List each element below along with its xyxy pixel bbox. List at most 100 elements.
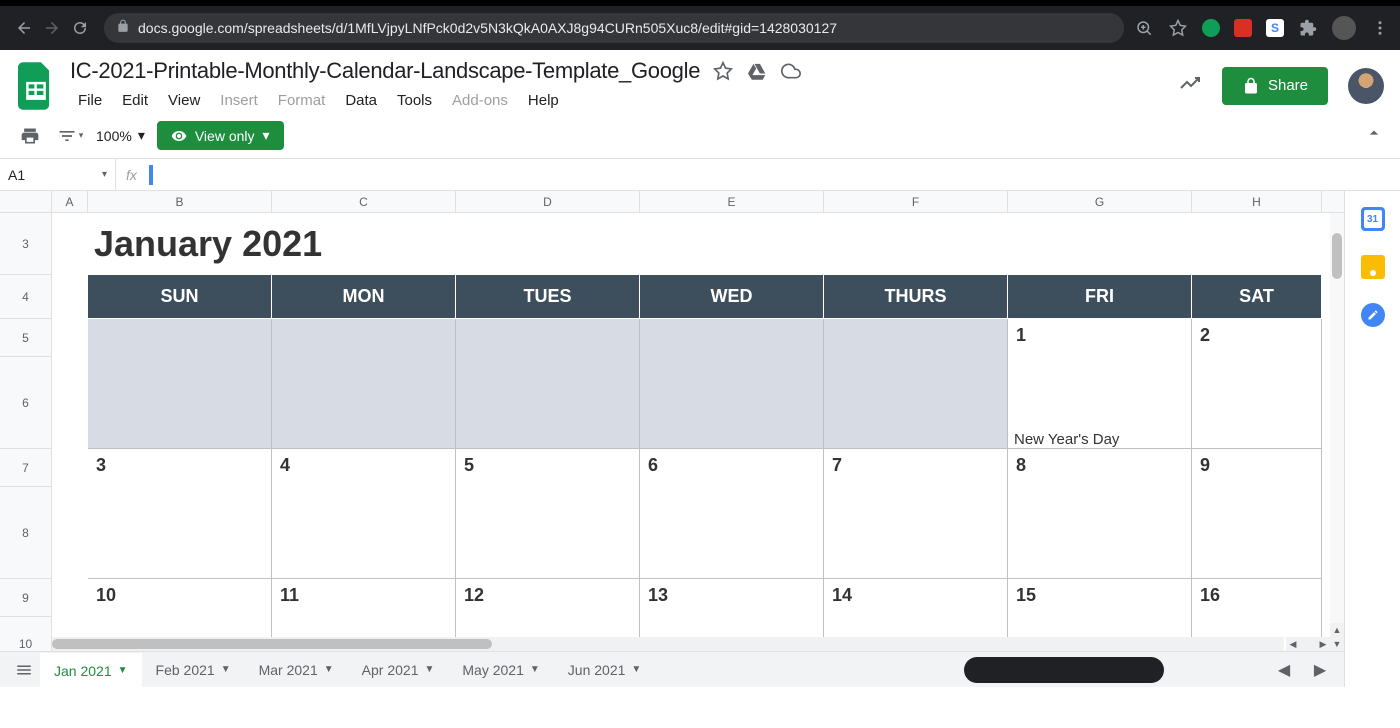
date-cell[interactable] (272, 319, 456, 357)
sheet-tab-may[interactable]: May 2021▼ (448, 654, 553, 686)
col-header-D[interactable]: D (456, 191, 640, 212)
extension-icon[interactable] (1202, 19, 1220, 37)
keep-sidepanel-icon[interactable] (1361, 255, 1385, 279)
kebab-menu-icon[interactable] (1370, 18, 1390, 38)
menu-edit[interactable]: Edit (114, 88, 156, 113)
drive-icon[interactable] (746, 60, 768, 82)
menu-insert[interactable]: Insert (212, 88, 266, 113)
all-sheets-icon[interactable] (8, 656, 40, 684)
sheet-tab-apr[interactable]: Apr 2021▼ (348, 654, 449, 686)
zoom-icon[interactable] (1134, 18, 1154, 38)
date-cell[interactable]: 8 (1008, 449, 1192, 487)
col-header-F[interactable]: F (824, 191, 1008, 212)
scroll-left-icon[interactable]: ◀ (1286, 637, 1300, 651)
col-header-G[interactable]: G (1008, 191, 1192, 212)
share-button[interactable]: Share (1222, 67, 1328, 105)
select-all-corner[interactable] (0, 191, 52, 212)
event-cell[interactable] (640, 357, 824, 449)
name-box[interactable]: A1 ▾ (0, 159, 116, 190)
row-header-8[interactable]: 8 (0, 487, 52, 579)
address-bar[interactable]: docs.google.com/spreadsheets/d/1MfLVjpyL… (104, 13, 1124, 43)
event-cell[interactable] (824, 357, 1008, 449)
date-cell[interactable]: 9 (1192, 449, 1322, 487)
reload-button[interactable] (66, 14, 94, 42)
row-header-5[interactable]: 5 (0, 319, 52, 357)
date-cell[interactable]: 13 (640, 579, 824, 617)
col-header-B[interactable]: B (88, 191, 272, 212)
profile-avatar-browser[interactable] (1332, 16, 1356, 40)
event-cell[interactable] (88, 487, 272, 579)
row-header-7[interactable]: 7 (0, 449, 52, 487)
extension-icon[interactable]: S (1266, 19, 1284, 37)
forward-button[interactable] (38, 14, 66, 42)
date-cell[interactable]: 4 (272, 449, 456, 487)
spreadsheet-grid[interactable]: A B C D E F G H 3 January 2021 4 SUN MON… (0, 191, 1344, 687)
event-cell[interactable] (456, 357, 640, 449)
extension-icon[interactable] (1234, 19, 1252, 37)
date-cell[interactable]: 6 (640, 449, 824, 487)
tab-scroll-left-icon[interactable]: ◀ (1268, 656, 1300, 684)
date-cell[interactable]: 11 (272, 579, 456, 617)
date-cell[interactable]: 15 (1008, 579, 1192, 617)
date-cell[interactable] (824, 319, 1008, 357)
activity-icon[interactable] (1178, 71, 1202, 100)
event-cell[interactable] (272, 357, 456, 449)
sheet-tab-jun[interactable]: Jun 2021▼ (554, 654, 656, 686)
event-cell[interactable] (456, 487, 640, 579)
star-icon[interactable] (712, 60, 734, 82)
extensions-icon[interactable] (1298, 18, 1318, 38)
calendar-sidepanel-icon[interactable]: 31 (1361, 207, 1385, 231)
event-cell[interactable] (1192, 357, 1322, 449)
date-cell[interactable]: 3 (88, 449, 272, 487)
back-button[interactable] (10, 14, 38, 42)
print-icon[interactable] (16, 122, 44, 150)
menu-tools[interactable]: Tools (389, 88, 440, 113)
col-header-C[interactable]: C (272, 191, 456, 212)
scroll-up-icon[interactable]: ▲ (1330, 623, 1344, 637)
document-title[interactable]: IC-2021-Printable-Monthly-Calendar-Lands… (70, 58, 700, 84)
menu-data[interactable]: Data (337, 88, 385, 113)
scroll-right-icon[interactable]: ▶ (1316, 637, 1330, 651)
col-header-A[interactable]: A (52, 191, 88, 212)
date-cell[interactable]: 1 (1008, 319, 1192, 357)
menu-addons[interactable]: Add-ons (444, 88, 516, 113)
col-header-E[interactable]: E (640, 191, 824, 212)
view-only-button[interactable]: View only ▾ (157, 121, 284, 150)
menu-format[interactable]: Format (270, 88, 334, 113)
date-cell[interactable]: 5 (456, 449, 640, 487)
date-cell[interactable]: 16 (1192, 579, 1322, 617)
row-header-3[interactable]: 3 (0, 213, 52, 275)
horizontal-scrollbar[interactable] (52, 637, 1284, 651)
sheet-tab-mar[interactable]: Mar 2021▼ (245, 654, 348, 686)
menu-file[interactable]: File (70, 88, 110, 113)
tasks-sidepanel-icon[interactable] (1361, 303, 1385, 327)
event-cell[interactable] (1192, 487, 1322, 579)
menu-view[interactable]: View (160, 88, 208, 113)
bookmark-star-icon[interactable] (1168, 18, 1188, 38)
cloud-icon[interactable] (780, 60, 802, 82)
date-cell[interactable]: 12 (456, 579, 640, 617)
row-header-4[interactable]: 4 (0, 275, 52, 319)
date-cell[interactable]: 14 (824, 579, 1008, 617)
formula-input[interactable] (153, 159, 1400, 190)
date-cell[interactable] (456, 319, 640, 357)
event-cell[interactable] (88, 357, 272, 449)
date-cell[interactable]: 10 (88, 579, 272, 617)
tab-scroll-right-icon[interactable]: ▶ (1304, 656, 1336, 684)
sheet-tab-jan[interactable]: Jan 2021▼ (40, 653, 142, 687)
zoom-dropdown[interactable]: 100% ▾ (96, 127, 145, 144)
filter-icon[interactable]: ▾ (56, 122, 84, 150)
vertical-scrollbar[interactable] (1330, 213, 1344, 637)
col-header-H[interactable]: H (1192, 191, 1322, 212)
menu-help[interactable]: Help (520, 88, 567, 113)
event-cell[interactable] (640, 487, 824, 579)
sheet-tab-feb[interactable]: Feb 2021▼ (142, 654, 245, 686)
row-header-9[interactable]: 9 (0, 579, 52, 617)
scroll-down-icon[interactable]: ▼ (1330, 637, 1344, 651)
event-cell[interactable] (824, 487, 1008, 579)
account-avatar[interactable] (1348, 68, 1384, 104)
sheets-logo-icon[interactable] (16, 60, 56, 112)
collapse-toolbar-icon[interactable] (1364, 123, 1384, 148)
event-cell[interactable]: New Year's Day (1008, 357, 1192, 449)
date-cell[interactable]: 7 (824, 449, 1008, 487)
